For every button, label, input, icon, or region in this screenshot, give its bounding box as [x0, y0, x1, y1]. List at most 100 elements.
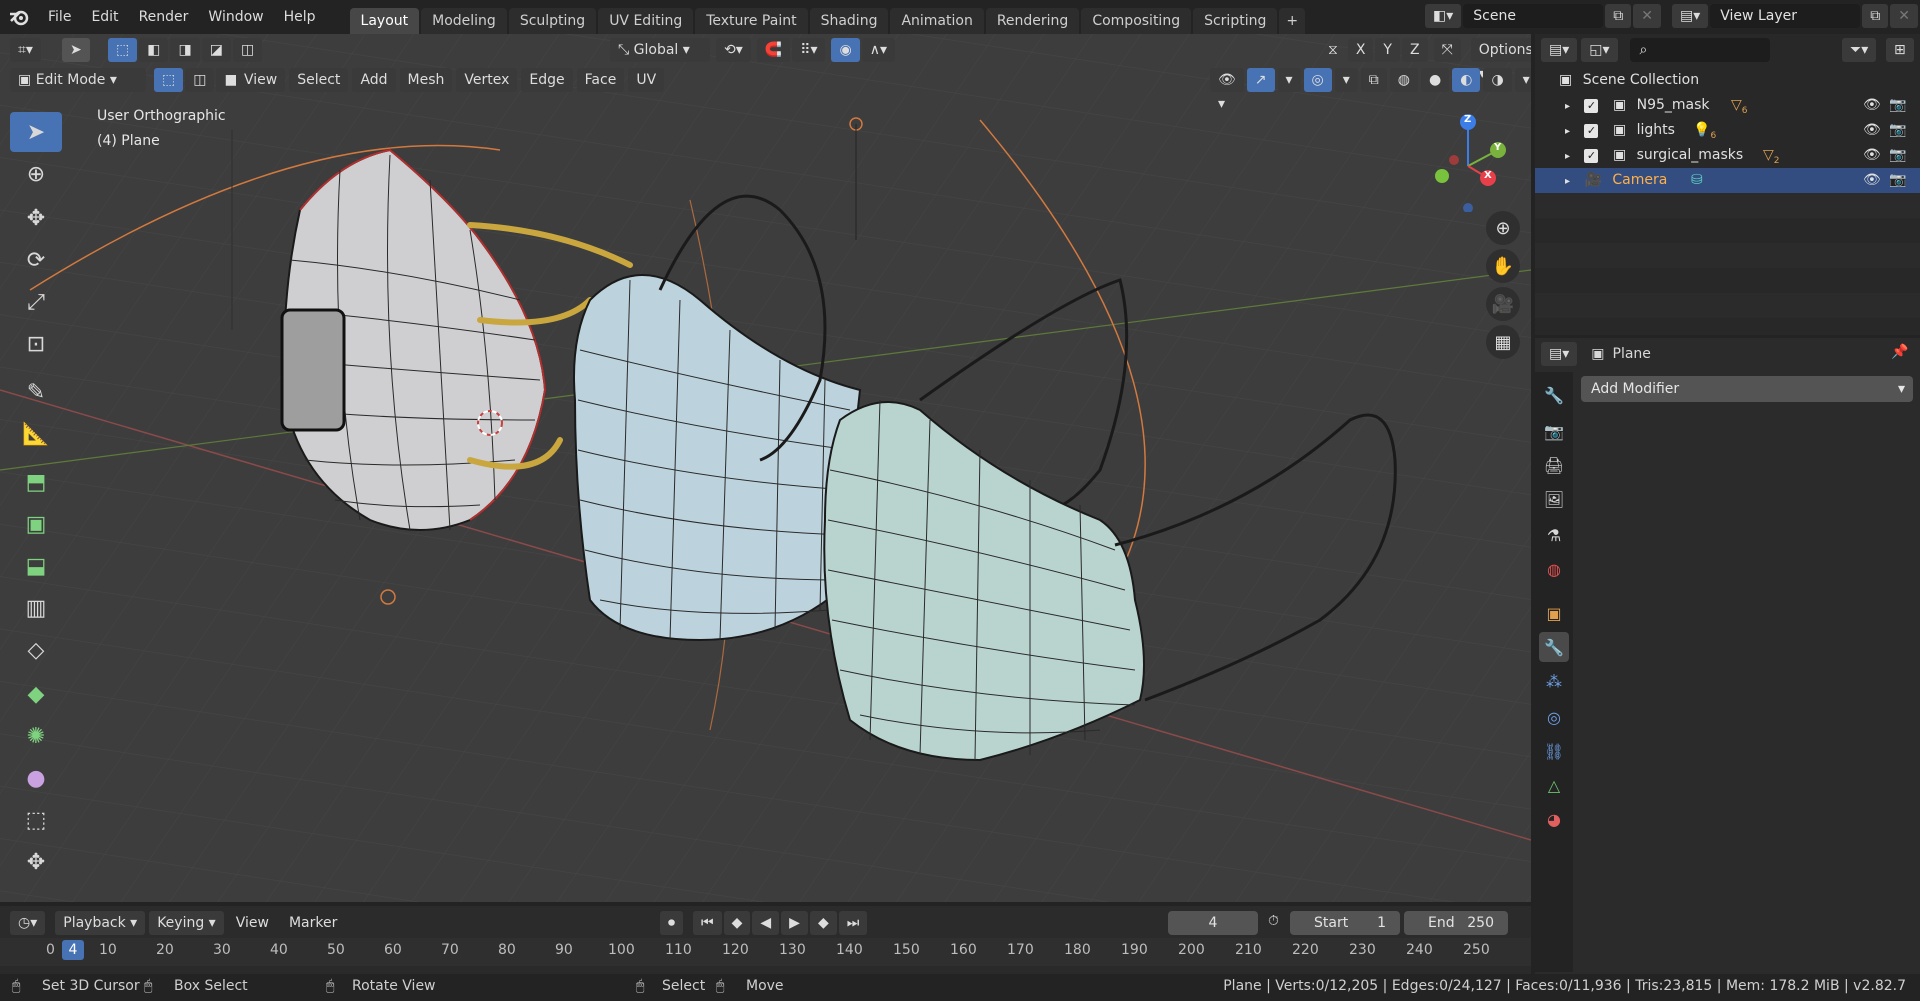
filter-icon[interactable]: ⏷▾	[1842, 38, 1877, 62]
menu-edit[interactable]: Edit	[81, 0, 128, 34]
render-camera-icon[interactable]: 📷	[1889, 168, 1906, 193]
object-properties-icon[interactable]: ▣	[1539, 598, 1569, 628]
transform-orientation-dropdown[interactable]: ⤡ Global ▾	[610, 38, 710, 62]
shear-tool-icon[interactable]: ✥	[10, 842, 62, 882]
gizmo-dropdown-icon[interactable]: ▾	[1277, 68, 1301, 92]
tab-compositing[interactable]: Compositing	[1081, 8, 1192, 34]
render-properties-icon[interactable]: 📷	[1539, 416, 1569, 446]
poly-build-tool-icon[interactable]: ◆	[10, 674, 62, 714]
outliner-item-n95-mask[interactable]: ▸ ✓ ▣ N95_mask ▽6 👁 📷	[1535, 93, 1920, 118]
record-icon[interactable]: ⏺	[660, 911, 683, 935]
tab-texture-paint[interactable]: Texture Paint	[695, 8, 808, 34]
jump-start-icon[interactable]: ⏮	[693, 911, 722, 935]
menu-marker[interactable]: Marker	[281, 911, 345, 935]
pin-icon[interactable]: 📌	[1891, 344, 1908, 360]
cursor-tool-icon[interactable]: ⊕	[10, 154, 62, 194]
expand-arrow-icon[interactable]: ▸	[1565, 126, 1570, 137]
select-new-icon[interactable]: ⬚	[108, 38, 138, 62]
navigation-gizmo[interactable]: Z Y X	[1420, 112, 1520, 213]
menu-file[interactable]: File	[38, 0, 81, 34]
outliner-item-camera[interactable]: ▸ 🎥 Camera ⛁ 👁 📷	[1535, 168, 1920, 193]
view-layer-properties-icon[interactable]: 🖼	[1539, 484, 1569, 514]
particles-properties-icon[interactable]: ⁂	[1539, 666, 1569, 696]
smooth-tool-icon[interactable]: ●	[10, 758, 62, 798]
snap-target-icon[interactable]: ⠿▾	[792, 38, 826, 62]
menu-uv[interactable]: UV	[628, 68, 665, 92]
delete-scene-icon[interactable]: ✕	[1633, 4, 1661, 28]
outliner-search-input[interactable]: ⌕	[1629, 38, 1770, 62]
blender-logo-icon[interactable]	[0, 0, 38, 34]
start-frame-field[interactable]: Start 1	[1290, 911, 1400, 935]
scene-name-field[interactable]: Scene	[1463, 4, 1604, 28]
menu-vertex[interactable]: Vertex	[456, 68, 518, 92]
stopwatch-icon[interactable]: ⏱	[1268, 913, 1279, 929]
ortho-grid-icon[interactable]: ▦	[1486, 325, 1520, 359]
timeline-editor-type-icon[interactable]: ◷▾	[10, 911, 46, 935]
end-frame-field[interactable]: End 250	[1404, 911, 1508, 935]
outliner-editor-type-icon[interactable]: ▤▾	[1541, 38, 1578, 62]
render-camera-icon[interactable]: 📷	[1889, 143, 1906, 168]
shading-material-icon[interactable]: ◐	[1452, 68, 1481, 92]
menu-help[interactable]: Help	[274, 0, 326, 34]
visibility-eye-icon[interactable]: 👁	[1863, 143, 1881, 168]
overlays-icon[interactable]: ◎	[1303, 68, 1332, 92]
display-mode-icon[interactable]: ◱▾	[1581, 38, 1618, 62]
mirror-x-button[interactable]: X	[1347, 38, 1374, 62]
rotate-tool-icon[interactable]: ⟳	[10, 240, 62, 280]
editor-type-icon[interactable]: ⌗▾	[10, 38, 41, 62]
properties-editor-type-icon[interactable]: ▤▾	[1541, 342, 1578, 366]
render-camera-icon[interactable]: 📷	[1889, 93, 1906, 118]
select-invert-icon[interactable]: ◪	[201, 38, 231, 62]
visibility-eye-icon[interactable]: 👁	[1863, 168, 1881, 193]
inset-tool-icon[interactable]: ▣	[10, 504, 62, 544]
add-workspace-button[interactable]: +	[1279, 8, 1306, 34]
current-frame-field[interactable]: 4	[1168, 911, 1258, 935]
select-intersect-icon[interactable]: ◫	[232, 38, 263, 62]
physics-properties-icon[interactable]: ◎	[1539, 702, 1569, 732]
shading-dropdown-icon[interactable]: ▾	[1514, 68, 1531, 92]
edge-slide-tool-icon[interactable]: ⬚	[10, 800, 62, 840]
next-keyframe-icon[interactable]: ◆	[809, 911, 837, 935]
new-collection-icon[interactable]: ⊞	[1886, 38, 1914, 62]
playhead[interactable]: 4	[62, 940, 84, 960]
select-extend-icon[interactable]: ◧	[139, 38, 169, 62]
menu-playback[interactable]: Playback ▾	[55, 911, 146, 935]
bevel-tool-icon[interactable]: ⬓	[10, 546, 62, 586]
outliner-item-surgical-masks[interactable]: ▸ ✓ ▣ surgical_masks ▽2 👁 📷	[1535, 143, 1920, 168]
visibility-icon[interactable]: 👁▾	[1210, 68, 1244, 112]
mirror-y-button[interactable]: Y	[1375, 38, 1400, 62]
extrude-tool-icon[interactable]: ⬒	[10, 462, 62, 502]
scene-browse-icon[interactable]: ◧▾	[1425, 4, 1462, 28]
menu-view[interactable]: View	[236, 68, 286, 92]
vertex-select-icon[interactable]: ⬚	[154, 68, 184, 92]
proportional-edit-icon[interactable]: ◉	[831, 38, 860, 62]
tab-animation[interactable]: Animation	[890, 8, 984, 34]
add-modifier-dropdown[interactable]: Add Modifier ▾	[1581, 376, 1913, 402]
expand-arrow-icon[interactable]: ▸	[1565, 101, 1570, 112]
menu-face[interactable]: Face	[576, 68, 625, 92]
tab-layout[interactable]: Layout	[349, 8, 420, 34]
menu-window[interactable]: Window	[198, 0, 273, 34]
new-scene-icon[interactable]: ⧉	[1605, 4, 1632, 28]
outliner-scene-collection[interactable]: ▣ Scene Collection	[1535, 68, 1920, 93]
scale-tool-icon[interactable]: ⤢	[10, 282, 62, 322]
tool-properties-icon[interactable]: 🔧	[1539, 380, 1569, 410]
include-checkbox[interactable]: ✓	[1584, 124, 1599, 138]
play-icon[interactable]: ▶	[781, 911, 808, 935]
zoom-icon[interactable]: ⊕	[1486, 211, 1520, 245]
menu-keying[interactable]: Keying ▾	[149, 911, 224, 935]
shading-solid-icon[interactable]: ●	[1421, 68, 1450, 92]
view-layer-field[interactable]: View Layer	[1710, 4, 1861, 28]
shading-rendered-icon[interactable]: ◑	[1483, 68, 1512, 92]
xray-icon[interactable]: ⧉	[1360, 68, 1387, 92]
new-view-layer-icon[interactable]: ⧉	[1862, 4, 1889, 28]
tab-modeling[interactable]: Modeling	[421, 8, 507, 34]
jump-end-icon[interactable]: ⏭	[838, 911, 868, 935]
mode-dropdown[interactable]: ▣ Edit Mode ▾	[10, 68, 146, 92]
menu-timeline-view[interactable]: View	[228, 911, 277, 935]
data-properties-icon[interactable]: △	[1539, 770, 1569, 800]
material-properties-icon[interactable]: ◕	[1539, 804, 1569, 834]
visibility-eye-icon[interactable]: 👁	[1863, 93, 1881, 118]
output-properties-icon[interactable]: 🖨	[1539, 450, 1569, 480]
constraints-properties-icon[interactable]: ⛓	[1539, 736, 1569, 766]
